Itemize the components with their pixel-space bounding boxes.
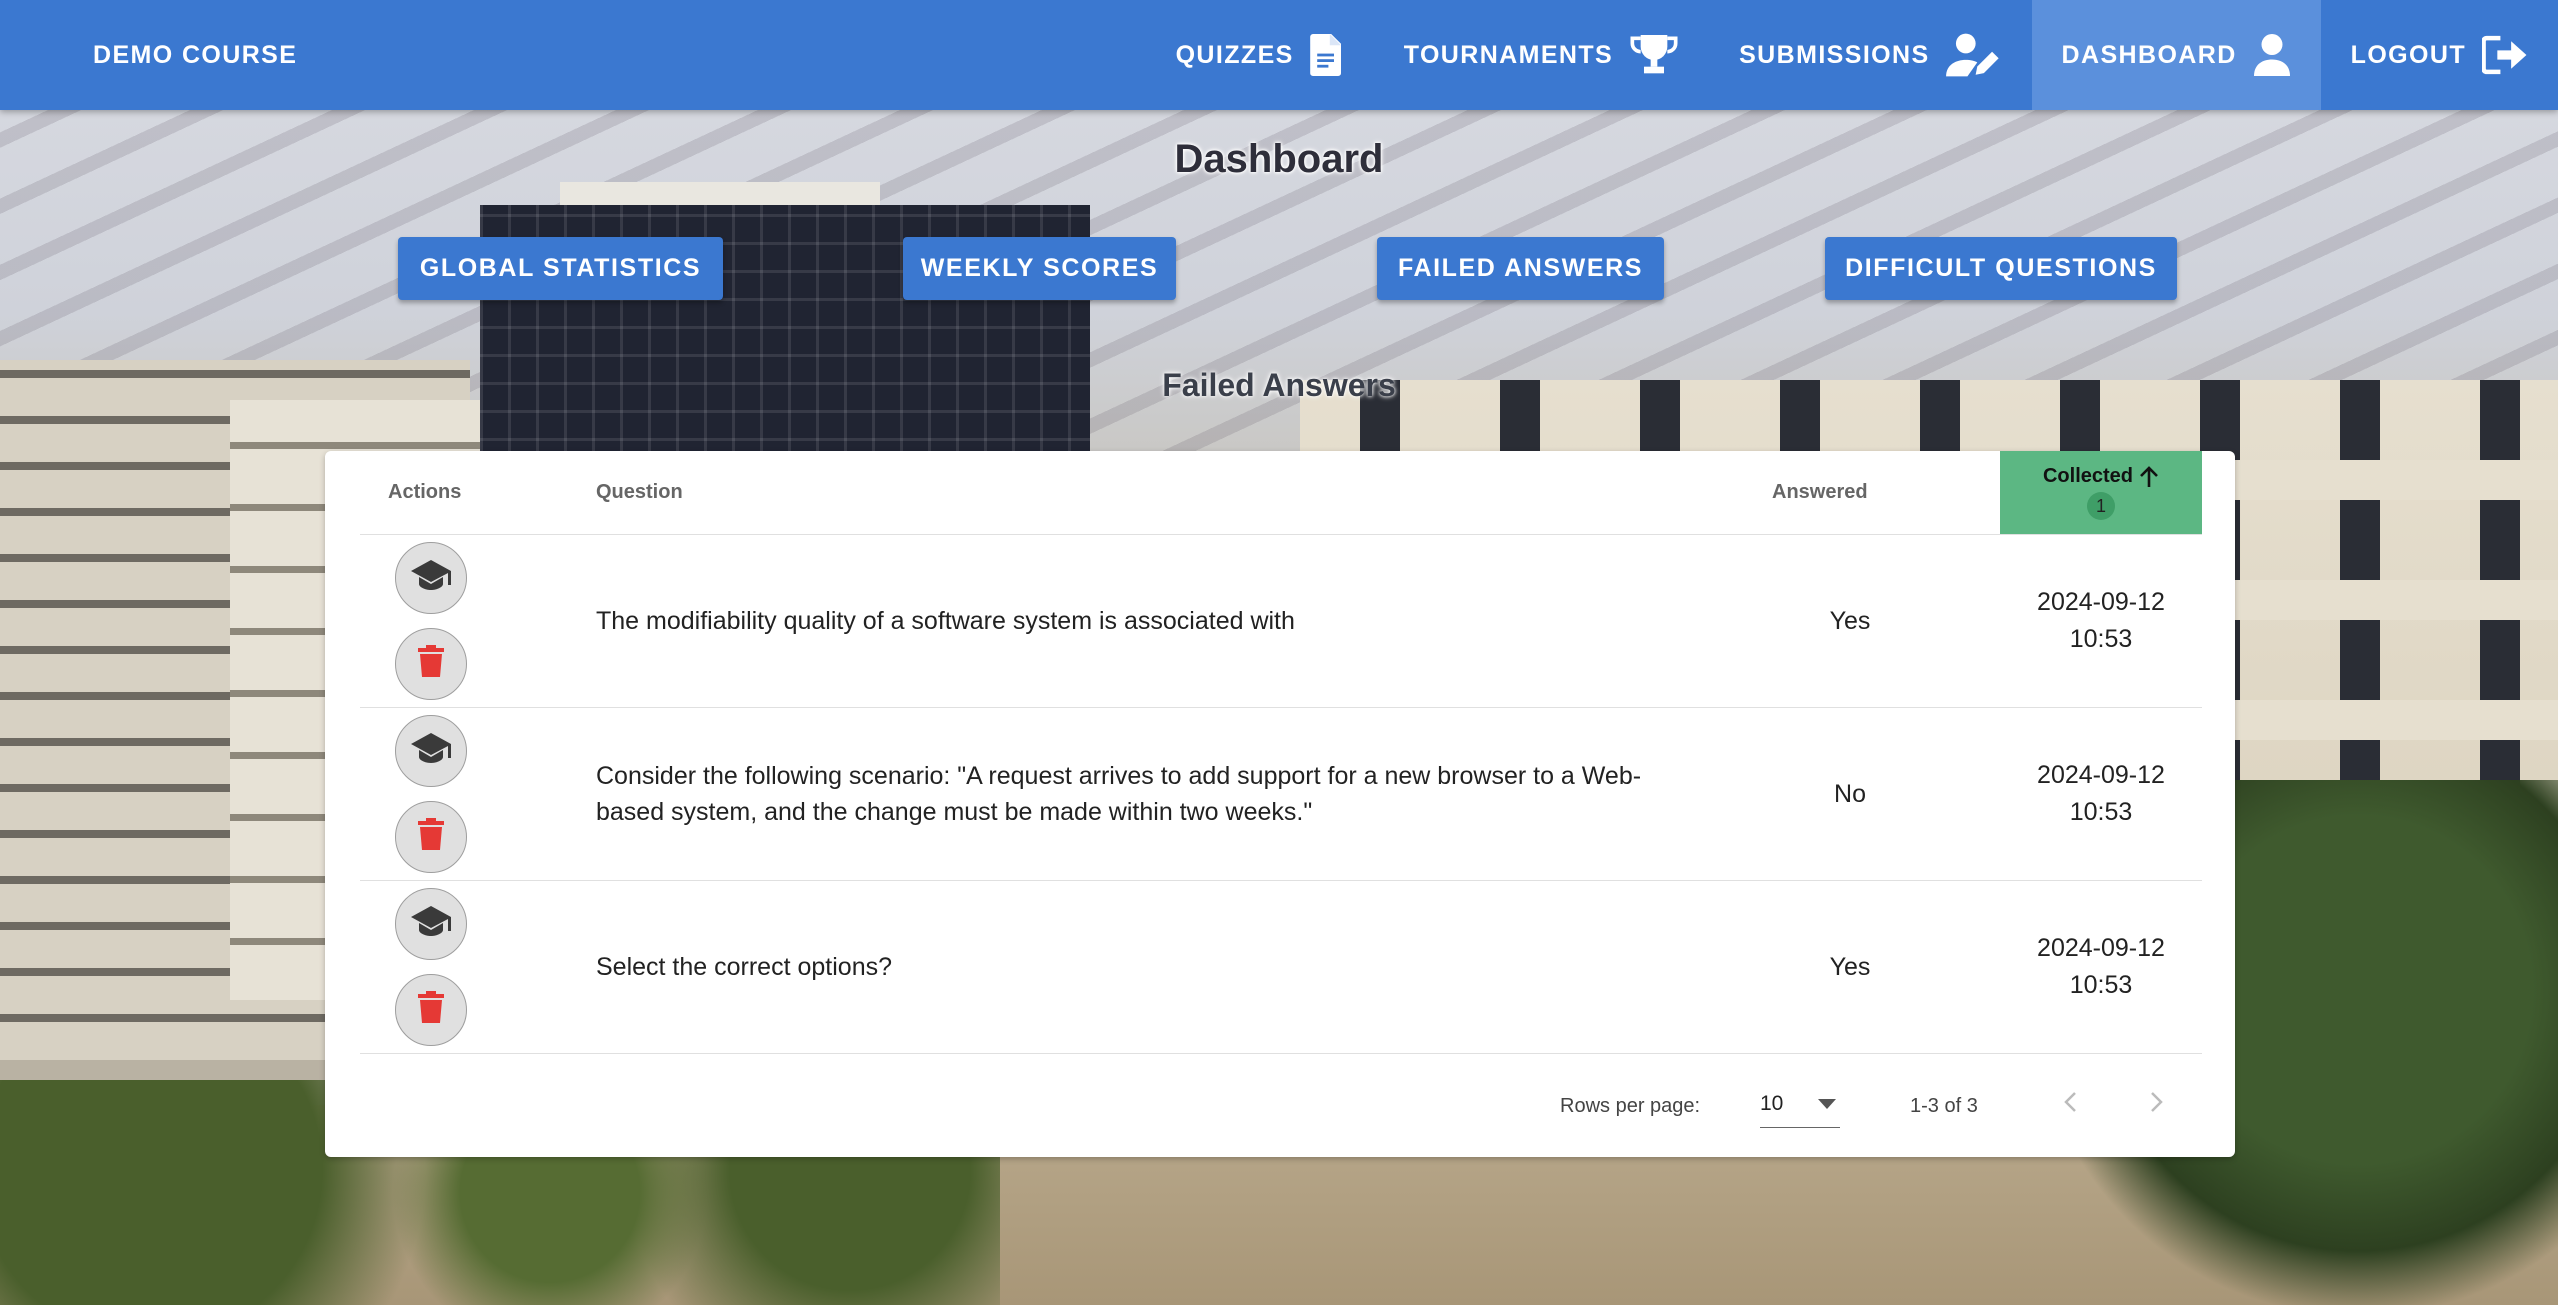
global-statistics-button[interactable]: GLOBAL STATISTICS [398,237,723,300]
answered-value: No [1834,779,1866,808]
nav-logout-label: LOGOUT [2350,40,2466,69]
collected-value: 2024-09-12 10:53 [2000,535,2202,707]
page-title: Dashboard [1174,137,1384,181]
header-question[interactable]: Question [596,451,683,534]
nav-submissions-label: SUBMISSIONS [1739,40,1930,69]
account-icon [2253,34,2291,76]
header-answered[interactable]: Answered [1772,451,1868,534]
table-row: Consider the following scenario: "A requ… [360,708,2202,881]
failed-answers-card: Actions Question Answered Collected 1 Th… [325,451,2235,1157]
account-edit-icon [1945,32,2002,78]
rows-per-page-select[interactable]: 10 [1760,1081,1840,1128]
caret-down-icon [1818,1099,1836,1109]
school-icon-button[interactable] [395,888,467,960]
rows-per-page-value: 10 [1760,1092,1784,1115]
chevron-right-icon [2150,1091,2164,1119]
course-title[interactable]: DEMO COURSE [93,0,297,110]
school-icon-button[interactable] [395,715,467,787]
school-icon [411,558,451,599]
next-page-button[interactable] [2139,1087,2175,1123]
header-collected-label: Collected [2042,465,2134,487]
collected-date: 2024-09-12 [2037,761,2165,789]
header-actions: Actions [388,481,462,503]
delete-button[interactable] [395,628,467,700]
header-collected[interactable]: Collected 1 [2000,451,2202,534]
failed-answers-table: Actions Question Answered Collected 1 Th… [360,451,2202,1054]
nav-submissions[interactable]: SUBMISSIONS [1709,0,2031,110]
school-icon [411,904,451,945]
collected-date: 2024-09-12 [2037,588,2165,616]
arrow-up-icon [2139,465,2159,488]
trash-icon [418,817,444,857]
question-text: The modifiability quality of a software … [596,607,1295,635]
page-range: 1-3 of 3 [1910,1095,1978,1117]
answered-value: Yes [1829,606,1871,635]
trash-icon [418,644,444,684]
logout-icon [2482,35,2528,75]
chevron-left-icon [2063,1091,2077,1119]
collected-time: 10:53 [2069,798,2133,826]
failed-answers-button[interactable]: FAILED ANSWERS [1377,237,1664,300]
section-title: Failed Answers [1162,367,1396,403]
delete-button[interactable] [395,801,467,873]
collected-time: 10:53 [2069,625,2133,653]
previous-page-button[interactable] [2052,1087,2088,1123]
question-text: Consider the following scenario: "A requ… [596,762,1642,826]
question-text: Select the correct options? [596,953,892,981]
trash-icon [418,990,444,1030]
table-header: Actions Question Answered Collected 1 [360,451,2202,535]
school-icon [411,731,451,772]
table-row: Select the correct options? Yes 2024-09-… [360,881,2202,1054]
collected-value: 2024-09-12 10:53 [2000,708,2202,880]
nav-quizzes[interactable]: QUIZZES [1146,0,1374,110]
nav-quizzes-label: QUIZZES [1175,40,1294,69]
nav-dashboard-label: DASHBOARD [2061,40,2237,69]
collected-date: 2024-09-12 [2037,934,2165,962]
collected-time: 10:53 [2069,971,2133,999]
table-footer: Rows per page: 10 1-3 of 3 [360,1053,2202,1153]
table-row: The modifiability quality of a software … [360,535,2202,708]
rows-per-page-label: Rows per page: [1560,1095,1701,1117]
top-app-bar: DEMO COURSE QUIZZES TOURNAMENTS SUBMISSI… [0,0,2558,110]
sort-order-badge: 1 [2087,492,2115,520]
difficult-questions-button[interactable]: DIFFICULT QUESTIONS [1825,237,2177,300]
nav-tournaments-label: TOURNAMENTS [1403,40,1614,69]
nav-dashboard[interactable]: DASHBOARD [2031,0,2321,110]
weekly-scores-button[interactable]: WEEKLY SCORES [903,237,1176,300]
delete-button[interactable] [395,974,467,1046]
nav-tournaments[interactable]: TOURNAMENTS [1374,0,1709,110]
nav-logout[interactable]: LOGOUT [2321,0,2558,110]
main-nav: QUIZZES TOURNAMENTS SUBMISSIONS DASHBOAR… [1146,0,2558,110]
school-icon-button[interactable] [395,542,467,614]
answered-value: Yes [1829,952,1871,981]
trophy-icon [1629,33,1679,77]
file-document-icon [1309,34,1344,76]
collected-value: 2024-09-12 10:53 [2000,881,2202,1053]
